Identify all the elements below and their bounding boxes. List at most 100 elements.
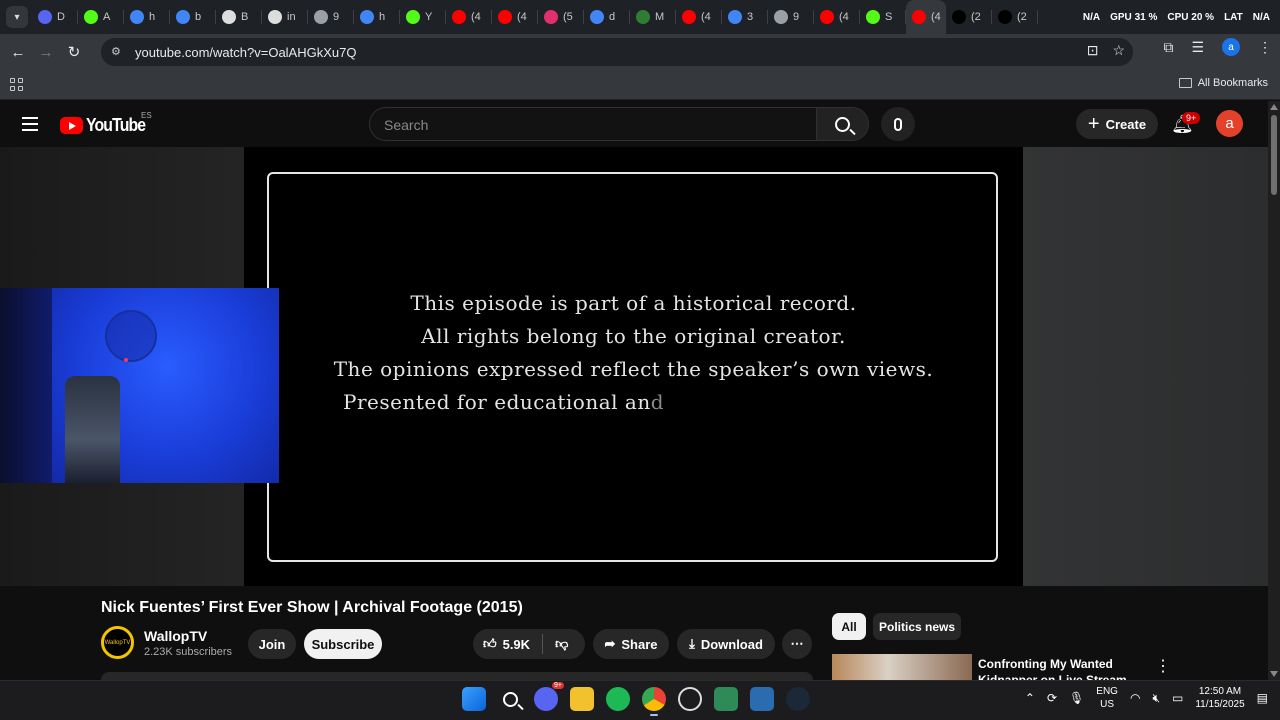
- recommended-more-icon[interactable]: ⋮: [1155, 656, 1171, 676]
- sheets-icon[interactable]: [714, 687, 738, 711]
- search-input[interactable]: Search: [369, 107, 817, 141]
- taskbar-search-icon[interactable]: [498, 687, 522, 711]
- tray-mic-icon[interactable]: 🎙︎: [1069, 691, 1084, 705]
- gpu-label: GPU: [1110, 11, 1132, 23]
- chip-politics-news[interactable]: Politics news: [873, 613, 961, 640]
- back-arrow-icon[interactable]: ←: [4, 38, 32, 66]
- windows-start-icon[interactable]: [462, 687, 486, 711]
- voice-search-button[interactable]: [881, 107, 915, 141]
- browser-tab[interactable]: b: [170, 0, 216, 34]
- browser-tab[interactable]: (5: [538, 0, 584, 34]
- microphone-shape: [65, 376, 120, 483]
- join-button[interactable]: Join: [248, 629, 296, 659]
- bookmark-star-icon[interactable]: ☆: [1112, 42, 1125, 59]
- all-bookmarks-button[interactable]: All Bookmarks: [1178, 77, 1268, 89]
- browser-tab[interactable]: 9: [768, 0, 814, 34]
- mute-icon[interactable]: 🔇︎: [1152, 691, 1160, 706]
- disclaimer-typing-char: d: [650, 390, 665, 414]
- thumbs-down-icon[interactable]: 👎︎: [555, 636, 568, 652]
- wifi-icon[interactable]: ◠: [1130, 691, 1140, 705]
- tab-label: (4: [931, 11, 941, 23]
- more-actions-icon[interactable]: ⋯: [782, 629, 812, 659]
- language-indicator[interactable]: ENG US: [1096, 685, 1118, 711]
- channel-avatar[interactable]: WallopTV: [101, 626, 134, 659]
- share-button[interactable]: ➦ Share: [593, 629, 669, 659]
- scroll-thumb[interactable]: [1271, 115, 1277, 195]
- discord-icon[interactable]: 9+: [534, 682, 564, 711]
- tab-search-button[interactable]: ▾: [6, 6, 28, 28]
- browser-tab[interactable]: Y: [400, 0, 446, 34]
- menu-icon[interactable]: [22, 117, 38, 131]
- browser-tab[interactable]: (4: [446, 0, 492, 34]
- browser-tab[interactable]: h: [124, 0, 170, 34]
- browser-menu-icon[interactable]: ⋮: [1258, 39, 1272, 56]
- sync-icon[interactable]: ⟳: [1047, 691, 1057, 705]
- browser-tab[interactable]: d: [584, 0, 630, 34]
- clock[interactable]: 12:50 AM 11/15/2025: [1195, 685, 1244, 711]
- spotify-icon[interactable]: [606, 687, 630, 711]
- google-icon: [728, 10, 742, 24]
- language-code: ENG: [1096, 686, 1118, 697]
- chrome-icon[interactable]: [642, 687, 666, 716]
- browser-tab[interactable]: M: [630, 0, 676, 34]
- browser-tab[interactable]: D: [32, 0, 78, 34]
- channel-name[interactable]: WallopTV: [144, 628, 207, 644]
- photos-icon[interactable]: [750, 687, 774, 711]
- url-text[interactable]: youtube.com/watch?v=OalAHGkXu7Q: [135, 45, 356, 60]
- browser-tab[interactable]: (4: [492, 0, 538, 34]
- browser-tab[interactable]: (4: [676, 0, 722, 34]
- obs-icon[interactable]: [678, 687, 702, 711]
- browser-tab[interactable]: B: [216, 0, 262, 34]
- steam-icon[interactable]: [786, 687, 810, 711]
- like-dislike-group: 👍︎ 5.9K 👎︎: [473, 629, 585, 659]
- browser-tab[interactable]: (4: [814, 0, 860, 34]
- scroll-down-icon[interactable]: [1270, 671, 1278, 677]
- file-explorer-icon[interactable]: [570, 687, 594, 711]
- reload-icon[interactable]: ↻: [60, 38, 88, 66]
- search-button[interactable]: [816, 107, 869, 141]
- like-count[interactable]: 5.9K: [503, 637, 530, 652]
- youtube-logo[interactable]: YouTube: [60, 115, 153, 136]
- browser-tab[interactable]: S: [860, 0, 906, 34]
- page-scrollbar[interactable]: [1268, 101, 1280, 680]
- chip-all[interactable]: All: [832, 613, 866, 640]
- extensions-icon[interactable]: ⧉: [1163, 39, 1173, 56]
- account-avatar[interactable]: a: [1216, 110, 1243, 137]
- chevron-up-icon[interactable]: ⌃: [1025, 691, 1035, 705]
- browser-tab[interactable]: 3: [722, 0, 768, 34]
- scroll-up-icon[interactable]: [1270, 104, 1278, 110]
- browser-tab[interactable]: (2: [992, 0, 1038, 34]
- thumbs-up-icon[interactable]: 👍︎: [483, 636, 497, 652]
- tab-label: (4: [701, 11, 711, 23]
- share-label: Share: [621, 636, 658, 652]
- tab-label: b: [195, 11, 202, 23]
- recommended-thumbnail[interactable]: [832, 654, 972, 680]
- country-code: ES: [141, 111, 152, 120]
- all-bookmarks-label: All Bookmarks: [1197, 77, 1268, 89]
- site-info-icon[interactable]: ⚙: [111, 45, 125, 59]
- battery-icon[interactable]: ▭: [1172, 691, 1183, 705]
- browser-tab[interactable]: 9: [308, 0, 354, 34]
- tab-label: 9: [333, 11, 340, 23]
- apps-grid-icon[interactable]: [10, 77, 24, 92]
- browser-tab[interactable]: (2: [946, 0, 992, 34]
- browser-tab[interactable]: h: [354, 0, 400, 34]
- subscribe-button[interactable]: Subscribe: [304, 629, 382, 659]
- browser-tab[interactable]: in: [262, 0, 308, 34]
- create-label: Create: [1105, 116, 1147, 132]
- address-bar[interactable]: ⚙ youtube.com/watch?v=OalAHGkXu7Q ⊡ ☆: [101, 38, 1133, 66]
- install-app-icon[interactable]: ⊡: [1087, 42, 1099, 59]
- date: 11/15/2025: [1195, 699, 1245, 710]
- notification-center-icon[interactable]: ▤: [1257, 691, 1268, 705]
- forward-arrow-icon[interactable]: →: [32, 38, 60, 66]
- create-button[interactable]: + Create: [1076, 109, 1158, 139]
- globe-icon: [314, 10, 328, 24]
- reading-list-icon[interactable]: ☰: [1191, 39, 1204, 56]
- video-player[interactable]: This episode is part of a historical rec…: [244, 147, 1023, 586]
- picture-in-picture-webcam[interactable]: [0, 288, 279, 483]
- browser-tab[interactable]: (4✕: [906, 0, 946, 34]
- download-button[interactable]: ⤓ Download: [677, 629, 775, 659]
- tab-label: (4: [517, 11, 527, 23]
- browser-tab[interactable]: A: [78, 0, 124, 34]
- profile-icon[interactable]: a: [1222, 38, 1240, 56]
